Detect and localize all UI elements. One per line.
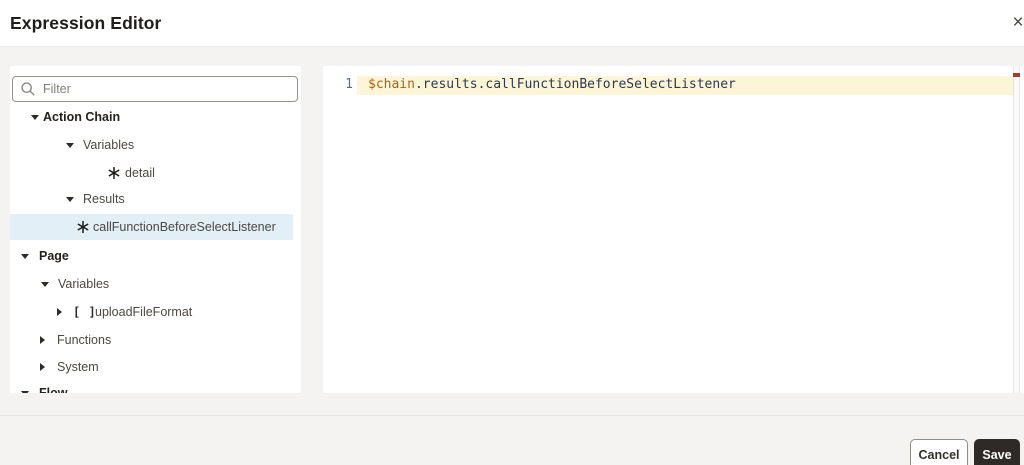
tree-item-results[interactable]: Results bbox=[10, 186, 301, 212]
tree-item-functions[interactable]: Functions bbox=[10, 327, 301, 353]
tree-item-label: callFunctionBeforeSelectListener bbox=[93, 220, 276, 234]
code-token-variable: $chain bbox=[368, 77, 415, 92]
array-icon: [ ] bbox=[73, 305, 97, 319]
chevron-down-icon[interactable] bbox=[66, 196, 74, 202]
tree-item-label: uploadFileFormat bbox=[95, 305, 193, 319]
close-icon[interactable]: × bbox=[1006, 11, 1024, 35]
tree-item-uploadfileformat[interactable]: [ ] uploadFileFormat bbox=[10, 299, 301, 325]
save-button[interactable]: Save bbox=[974, 439, 1020, 465]
expression-code-editor[interactable]: 1 $chain.results.callFunctionBeforeSelec… bbox=[323, 66, 1024, 393]
dialog-title: Expression Editor bbox=[10, 13, 162, 33]
tree-item-label: Variables bbox=[58, 277, 110, 291]
variables-tree-panel: Action Chain Variables detail Results ca… bbox=[10, 66, 301, 393]
variable-icon bbox=[76, 220, 90, 234]
annotation-marker bbox=[1013, 73, 1020, 77]
tree-item-label: System bbox=[57, 360, 99, 374]
expression-text[interactable]: $chain.results.callFunctionBeforeSelectL… bbox=[368, 77, 736, 92]
chevron-right-icon[interactable] bbox=[57, 308, 62, 316]
tree-item-page-variables[interactable]: Variables bbox=[10, 271, 301, 297]
tree-item-action-chain[interactable]: Action Chain bbox=[10, 104, 301, 130]
tree-item-detail[interactable]: detail bbox=[10, 160, 301, 186]
tree-item-system[interactable]: System bbox=[10, 354, 301, 380]
filter-input[interactable] bbox=[12, 76, 298, 102]
variable-icon bbox=[107, 166, 121, 180]
tree-item-label: Variables bbox=[83, 138, 135, 152]
chevron-down-icon[interactable] bbox=[21, 253, 29, 259]
chevron-down-icon[interactable] bbox=[41, 281, 49, 287]
tree-item-label: detail bbox=[125, 166, 155, 180]
tree-item-label: Flow bbox=[39, 386, 68, 393]
code-token-path: .results.callFunctionBeforeSelectListene… bbox=[414, 77, 736, 92]
tree-item-label: Action Chain bbox=[43, 110, 121, 124]
chevron-down-icon[interactable] bbox=[31, 114, 39, 120]
tree-item-page[interactable]: Page bbox=[10, 243, 301, 269]
chevron-right-icon[interactable] bbox=[40, 336, 45, 344]
tree-item-label: Page bbox=[39, 249, 69, 263]
chevron-down-icon[interactable] bbox=[66, 142, 74, 148]
chevron-right-icon[interactable] bbox=[40, 363, 45, 371]
chevron-down-icon[interactable] bbox=[21, 390, 29, 393]
tree-item-label: Results bbox=[83, 192, 125, 206]
filter-field-wrap bbox=[12, 76, 298, 102]
tree-item-label: Functions bbox=[57, 333, 112, 347]
tree-item-flow[interactable]: Flow bbox=[10, 380, 301, 393]
dialog-header: Expression Editor × bbox=[0, 0, 1024, 47]
tree-item-ac-variables[interactable]: Variables bbox=[10, 132, 301, 158]
tree-item-callfunctionbeforeselectlistener[interactable]: callFunctionBeforeSelectListener bbox=[10, 214, 293, 240]
footer-divider bbox=[0, 415, 1024, 416]
editor-overview-ruler[interactable] bbox=[1013, 66, 1020, 393]
line-number: 1 bbox=[345, 77, 353, 92]
cancel-button[interactable]: Cancel bbox=[910, 439, 968, 465]
